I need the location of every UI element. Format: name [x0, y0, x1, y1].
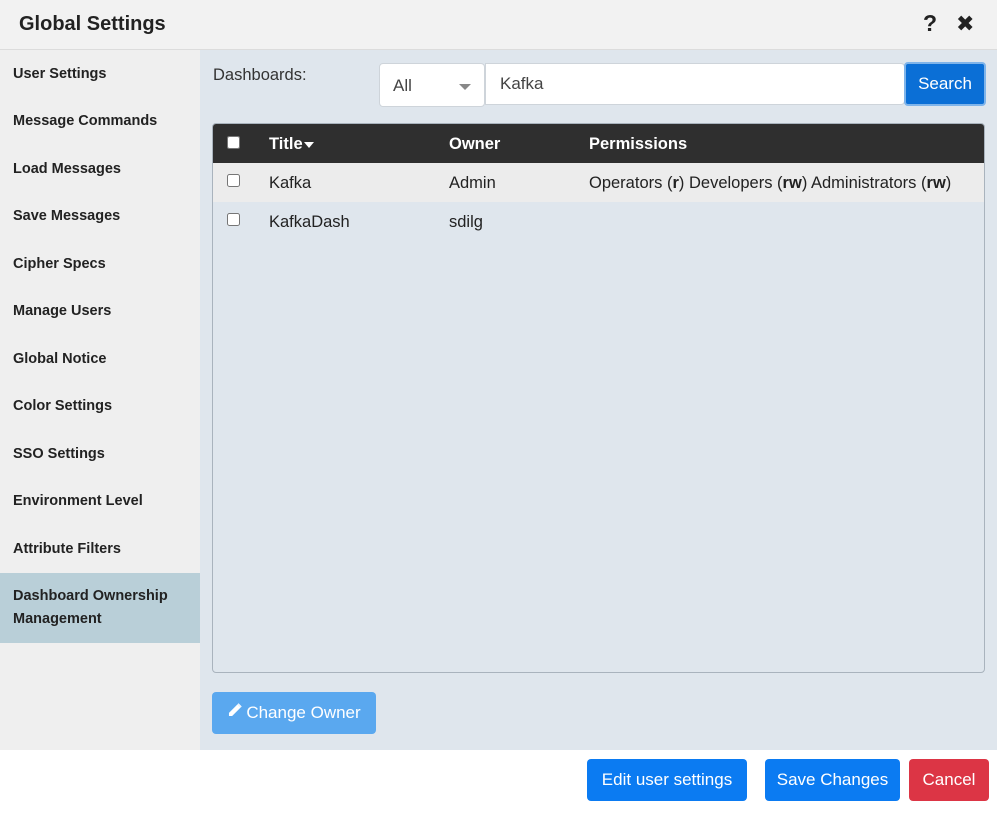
column-header-title-label: Title — [269, 135, 303, 153]
sidebar-item-color-settings[interactable]: Color Settings — [0, 395, 200, 418]
permission-group: Administrators — [810, 174, 917, 192]
row-owner: Admin — [449, 174, 496, 192]
row-permissions: Operators (r) Developers (rw) Administra… — [589, 174, 952, 192]
row-title: Kafka — [269, 174, 312, 192]
sidebar-item-environment-level[interactable]: Environment Level — [0, 490, 200, 513]
column-header-title[interactable]: Title — [269, 135, 314, 154]
sidebar-item-user-settings[interactable]: User Settings — [0, 63, 200, 86]
table-header: Title Owner Permissions — [213, 124, 984, 163]
save-changes-button[interactable]: Save Changes — [765, 759, 900, 801]
sidebar-item-sso-settings[interactable]: SSO Settings — [0, 443, 200, 466]
row-checkbox[interactable] — [227, 213, 240, 226]
sidebar-item-label: Manage Users — [13, 303, 112, 319]
permission-group: Operators — [589, 174, 663, 192]
help-icon[interactable]: ? — [923, 10, 937, 37]
sidebar-item-load-messages[interactable]: Load Messages — [0, 158, 200, 181]
dialog-title: Global Settings — [19, 13, 166, 35]
select-all-checkbox[interactable] — [227, 136, 240, 149]
table-row[interactable]: KafkaDash sdilg — [213, 202, 984, 241]
sidebar-item-label: Message Commands — [13, 113, 158, 129]
dialog-footer: Edit user settings Save Changes Cancel — [0, 750, 997, 813]
search-input[interactable] — [485, 63, 905, 105]
change-owner-label: Change Owner — [246, 703, 361, 722]
sidebar-item-label: Color Settings — [13, 398, 113, 414]
permission-group: Developers — [688, 174, 773, 192]
close-icon[interactable]: ✖ — [956, 11, 974, 37]
settings-sidebar: User Settings Message Commands Load Mess… — [0, 50, 200, 750]
sidebar-item-label: Cipher Specs — [13, 256, 106, 272]
sidebar-item-label: SSO Settings — [13, 446, 105, 462]
edit-user-settings-button[interactable]: Edit user settings — [587, 759, 747, 801]
sidebar-item-label: Attribute Filters — [13, 541, 121, 557]
sidebar-item-label: Global Notice — [13, 351, 107, 367]
sidebar-item-save-messages[interactable]: Save Messages — [0, 205, 200, 228]
row-checkbox[interactable] — [227, 174, 240, 187]
dashboard-filter-select[interactable]: All — [379, 63, 485, 107]
global-settings-dialog: Global Settings ? ✖ User Settings Messag… — [0, 0, 997, 813]
row-title: KafkaDash — [269, 213, 350, 231]
permission-access: rw — [782, 174, 802, 192]
cancel-button[interactable]: Cancel — [909, 759, 989, 801]
sidebar-item-manage-users[interactable]: Manage Users — [0, 300, 200, 323]
sidebar-item-message-commands[interactable]: Message Commands — [0, 110, 200, 133]
search-button[interactable]: Search — [904, 62, 986, 106]
dashboards-label: Dashboards: — [213, 66, 307, 84]
sidebar-item-attribute-filters[interactable]: Attribute Filters — [0, 538, 200, 561]
dialog-header: Global Settings ? ✖ — [0, 0, 997, 50]
sidebar-item-dashboard-ownership-management[interactable]: Dashboard Ownership Management — [0, 573, 200, 643]
change-owner-button[interactable]: Change Owner — [212, 692, 376, 734]
main-panel: Dashboards: All Search Title Owner Permi… — [200, 50, 997, 750]
sort-desc-icon — [303, 141, 314, 148]
permission-access: r — [672, 174, 679, 192]
column-header-owner[interactable]: Owner — [449, 135, 500, 154]
dashboards-table: Title Owner Permissions Kafka Admin Oper… — [212, 123, 985, 673]
column-header-permissions[interactable]: Permissions — [589, 135, 687, 154]
chevron-down-icon — [459, 84, 471, 90]
row-owner: sdilg — [449, 213, 483, 231]
sidebar-item-label: Save Messages — [13, 208, 121, 224]
filter-select-value: All — [393, 76, 412, 95]
sidebar-item-label: Dashboard Ownership Management — [13, 588, 168, 627]
pencil-icon — [227, 703, 243, 723]
sidebar-item-label: Load Messages — [13, 161, 121, 177]
sidebar-item-label: User Settings — [13, 66, 107, 82]
sidebar-item-global-notice[interactable]: Global Notice — [0, 348, 200, 371]
sidebar-item-cipher-specs[interactable]: Cipher Specs — [0, 253, 200, 276]
sidebar-item-label: Environment Level — [13, 493, 143, 509]
table-row[interactable]: Kafka Admin Operators (r) Developers (rw… — [213, 163, 984, 202]
permission-access: rw — [926, 174, 946, 192]
